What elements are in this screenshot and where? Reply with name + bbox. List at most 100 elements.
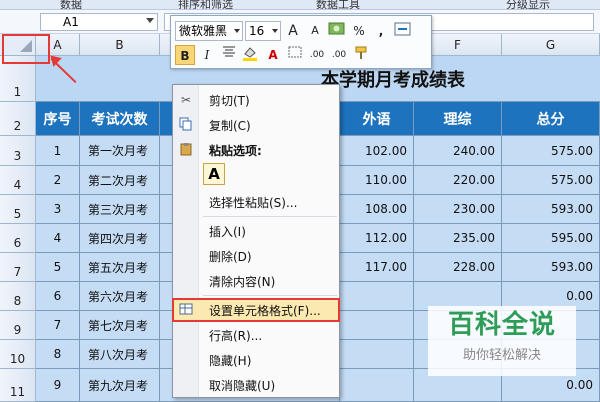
cell-exam[interactable]: 第八次月考	[80, 340, 160, 369]
decrease-decimal-button[interactable]: .00	[329, 45, 349, 65]
cell-sci[interactable]: 230.00	[414, 195, 502, 224]
row-header[interactable]: 9	[0, 311, 36, 340]
ribbon-item[interactable]: 分级显示	[506, 0, 550, 9]
cell-no[interactable]: 6	[36, 282, 80, 311]
menu-item-unhide[interactable]: 取消隐藏(U)	[173, 374, 339, 396]
ribbon-item[interactable]: 排序和筛选	[178, 0, 233, 9]
row-header[interactable]: 5	[0, 195, 36, 224]
ribbon-item[interactable]: 数据	[60, 0, 82, 9]
cell-sci[interactable]: 240.00	[414, 136, 502, 166]
cell-no[interactable]: 7	[36, 311, 80, 340]
cell-no[interactable]: 3	[36, 195, 80, 224]
ribbon-strip: 数据 排序和筛选 数据工具 分级显示	[0, 0, 600, 10]
cell-sci[interactable]: 228.00	[414, 253, 502, 282]
cell-total[interactable]: 595.00	[502, 224, 600, 253]
cell-no[interactable]: 9	[36, 369, 80, 402]
menu-separator	[203, 295, 337, 296]
header-cell-no[interactable]: 序号	[36, 102, 80, 136]
ribbon-item[interactable]: 数据工具	[316, 0, 360, 9]
cell-exam[interactable]: 第二次月考	[80, 166, 160, 195]
cell-no[interactable]: 4	[36, 224, 80, 253]
font-size-select[interactable]: 16	[245, 21, 281, 41]
borders-icon[interactable]	[285, 45, 305, 65]
cell-foreign[interactable]: 108.00	[340, 195, 414, 224]
row-header[interactable]: 7	[0, 253, 36, 282]
menu-item-row-height[interactable]: 行高(R)...	[173, 324, 339, 346]
cell-total[interactable]: 593.00	[502, 195, 600, 224]
cell-foreign[interactable]	[340, 369, 414, 402]
cell-exam[interactable]: 第七次月考	[80, 311, 160, 340]
align-center-icon[interactable]	[219, 45, 239, 65]
menu-item-insert[interactable]: 插入(I)	[173, 220, 339, 242]
name-box[interactable]: A1	[40, 13, 158, 31]
font-select[interactable]: 微软雅黑	[175, 21, 243, 41]
menu-item-format-cells[interactable]: 设置单元格格式(F)...	[172, 298, 340, 322]
cell-sci[interactable]: 220.00	[414, 166, 502, 195]
cell-foreign[interactable]: 117.00	[340, 253, 414, 282]
cell-foreign[interactable]	[340, 340, 414, 369]
menu-item-label: 选择性粘贴(S)...	[209, 195, 298, 210]
cell-exam[interactable]: 第一次月考	[80, 136, 160, 166]
format-painter-icon[interactable]	[351, 45, 371, 65]
menu-item-label: 剪切(T)	[209, 93, 250, 108]
cell-no[interactable]: 8	[36, 340, 80, 369]
paste-values-button[interactable]: A	[203, 163, 225, 185]
comma-button[interactable]: ,	[371, 21, 391, 41]
fill-color-icon[interactable]	[241, 45, 261, 65]
font-color-button[interactable]: A	[263, 45, 283, 65]
cell-total[interactable]: 575.00	[502, 136, 600, 166]
cell-no[interactable]: 2	[36, 166, 80, 195]
cell-exam[interactable]: 第四次月考	[80, 224, 160, 253]
header-cell-total[interactable]: 总分	[502, 102, 600, 136]
row-header[interactable]: 6	[0, 224, 36, 253]
cell-exam[interactable]: 第五次月考	[80, 253, 160, 282]
menu-item-copy[interactable]: 复制(C)	[173, 114, 339, 136]
row-header[interactable]: 3	[0, 136, 36, 166]
menu-item-label: 粘贴选项:	[209, 143, 262, 158]
percent-button[interactable]: %	[349, 21, 369, 41]
menu-item-cut[interactable]: ✂ 剪切(T)	[173, 89, 339, 111]
context-menu: ✂ 剪切(T) 复制(C) 粘贴选项: A 选择性粘贴(S)... 插入(I) …	[172, 84, 340, 398]
cell-foreign[interactable]: 102.00	[340, 136, 414, 166]
header-cell-exam[interactable]: 考试次数	[80, 102, 160, 136]
cell-exam[interactable]: 第三次月考	[80, 195, 160, 224]
shrink-font-button[interactable]: A	[305, 21, 325, 41]
watermark-title: 百科全说	[447, 310, 556, 340]
increase-decimal-button[interactable]: .00	[307, 45, 327, 65]
menu-item-hide[interactable]: 隐藏(H)	[173, 349, 339, 371]
row-header[interactable]: 10	[0, 340, 36, 369]
cell-foreign[interactable]: 110.00	[340, 166, 414, 195]
column-header-g[interactable]: G	[502, 34, 600, 56]
cell-no[interactable]: 1	[36, 136, 80, 166]
row-header[interactable]: 4	[0, 166, 36, 195]
name-box-dropdown-icon[interactable]	[146, 18, 154, 23]
cell-no[interactable]: 5	[36, 253, 80, 282]
header-cell-sci[interactable]: 理综	[414, 102, 502, 136]
menu-item-paste-options: 粘贴选项:	[173, 139, 339, 161]
cell-foreign[interactable]	[340, 311, 414, 340]
currency-format-icon[interactable]	[327, 21, 347, 41]
cell-total[interactable]: 575.00	[502, 166, 600, 195]
column-header-b[interactable]: B	[80, 34, 160, 56]
cell-foreign[interactable]: 112.00	[340, 224, 414, 253]
menu-item-label: 隐藏(H)	[209, 353, 252, 368]
menu-item-label: 删除(D)	[209, 249, 252, 264]
row-header[interactable]: 11	[0, 369, 36, 402]
row-header[interactable]: 2	[0, 102, 36, 136]
row-header[interactable]: 8	[0, 282, 36, 311]
cell-total[interactable]: 593.00	[502, 253, 600, 282]
cell-sci[interactable]: 235.00	[414, 224, 502, 253]
menu-item-delete[interactable]: 删除(D)	[173, 245, 339, 267]
menu-item-paste-special[interactable]: 选择性粘贴(S)...	[173, 191, 339, 213]
cell-foreign[interactable]	[340, 282, 414, 311]
cell-exam[interactable]: 第九次月考	[80, 369, 160, 402]
grow-font-button[interactable]: A	[283, 21, 303, 41]
bold-button[interactable]: B	[175, 45, 195, 65]
merge-center-icon[interactable]	[393, 21, 413, 41]
menu-item-clear-contents[interactable]: 清除内容(N)	[173, 270, 339, 292]
cell-exam[interactable]: 第六次月考	[80, 282, 160, 311]
header-cell-foreign[interactable]: 外语	[340, 102, 414, 136]
italic-button[interactable]: I	[197, 45, 217, 65]
clipboard-icon	[173, 142, 199, 159]
menu-item-label: 插入(I)	[209, 224, 246, 239]
